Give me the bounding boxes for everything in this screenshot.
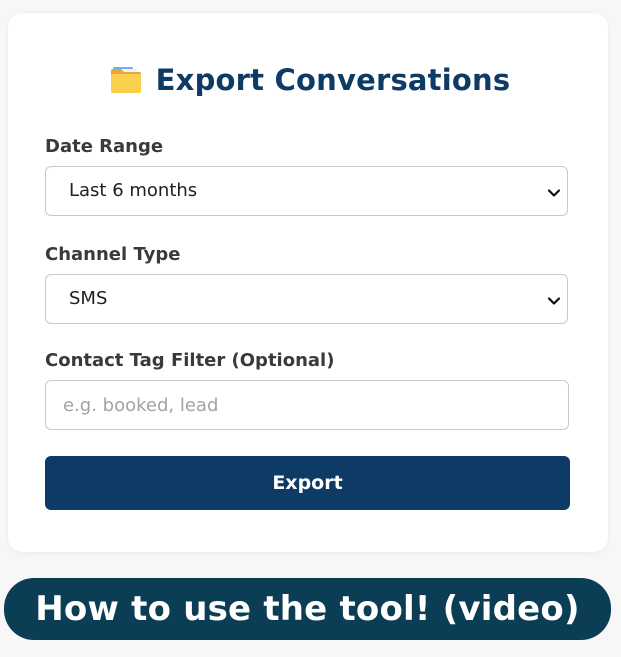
date-range-select[interactable]: Last 6 months [45,166,568,216]
chevron-down-icon [547,185,561,199]
date-range-label: Date Range [45,136,164,157]
tag-filter-label: Contact Tag Filter (Optional) [45,350,335,371]
channel-type-value: SMS [69,288,108,309]
chevron-down-icon [547,293,561,307]
channel-type-select[interactable]: SMS [45,274,568,324]
page-title: Export Conversations [155,63,511,97]
tag-filter-input[interactable] [45,380,569,430]
video-tutorial-link[interactable]: How to use the tool! (video) [4,578,611,640]
channel-type-label: Channel Type [45,244,181,265]
date-range-value: Last 6 months [69,180,198,201]
export-button[interactable]: Export [45,456,570,510]
folder-icon [110,66,142,94]
title-row: Export Conversations [0,60,620,100]
video-tutorial-label: How to use the tool! (video) [35,589,580,629]
